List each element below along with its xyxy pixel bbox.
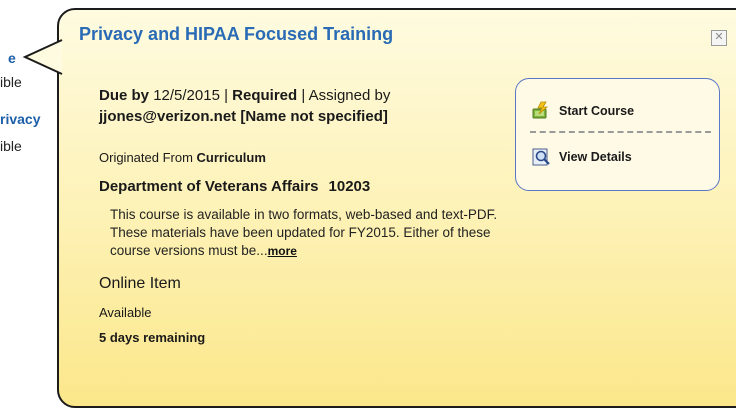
course-description: This course is available in two formats,…: [110, 206, 525, 260]
assigned-by: jjones@verizon.net [Name not specified]: [99, 108, 388, 125]
start-course-icon: [532, 101, 552, 121]
course-title[interactable]: Privacy and HIPAA Focused Training: [79, 24, 393, 45]
background-link-privacy[interactable]: rivacy: [0, 111, 40, 127]
days-remaining: 5 days remaining: [99, 330, 206, 345]
origin-value: Curriculum: [196, 150, 266, 165]
view-details-button[interactable]: View Details: [532, 147, 632, 167]
due-label: Due by: [99, 87, 150, 104]
background-text-fragment: ible: [0, 74, 22, 90]
course-popup: Privacy and HIPAA Focused Training ✕ Due…: [22, 8, 736, 408]
department: Department of Veterans Affairs 10203: [99, 178, 370, 195]
view-details-label: View Details: [559, 150, 632, 164]
magnifier-icon: [532, 147, 552, 167]
due-separator-2: |: [301, 87, 306, 104]
required-label: Required: [232, 87, 298, 104]
due-separator: |: [224, 87, 228, 104]
assigned-label: Assigned by: [308, 87, 391, 104]
origin-label: Originated From: [99, 150, 193, 165]
due-info: Due by 12/5/2015 | Required | Assigned b…: [99, 85, 509, 127]
description-text: This course is available in two formats,…: [110, 207, 498, 258]
background-text-fragment-2: ible: [0, 138, 22, 154]
department-name: Department of Veterans Affairs: [99, 178, 319, 195]
due-date: 12/5/2015: [153, 87, 220, 104]
actions-box: Start Course View Details: [515, 78, 720, 191]
more-link[interactable]: more: [268, 244, 297, 258]
background-link-fragment[interactable]: e: [8, 50, 16, 66]
department-code: 10203: [328, 178, 371, 195]
origin-info: Originated From Curriculum: [99, 150, 266, 165]
availability-status: Available: [99, 305, 152, 320]
start-course-button[interactable]: Start Course: [532, 101, 634, 121]
start-course-label: Start Course: [559, 104, 635, 118]
actions-divider: [530, 131, 711, 133]
close-icon[interactable]: ✕: [711, 30, 727, 46]
online-item-heading: Online Item: [99, 275, 181, 292]
